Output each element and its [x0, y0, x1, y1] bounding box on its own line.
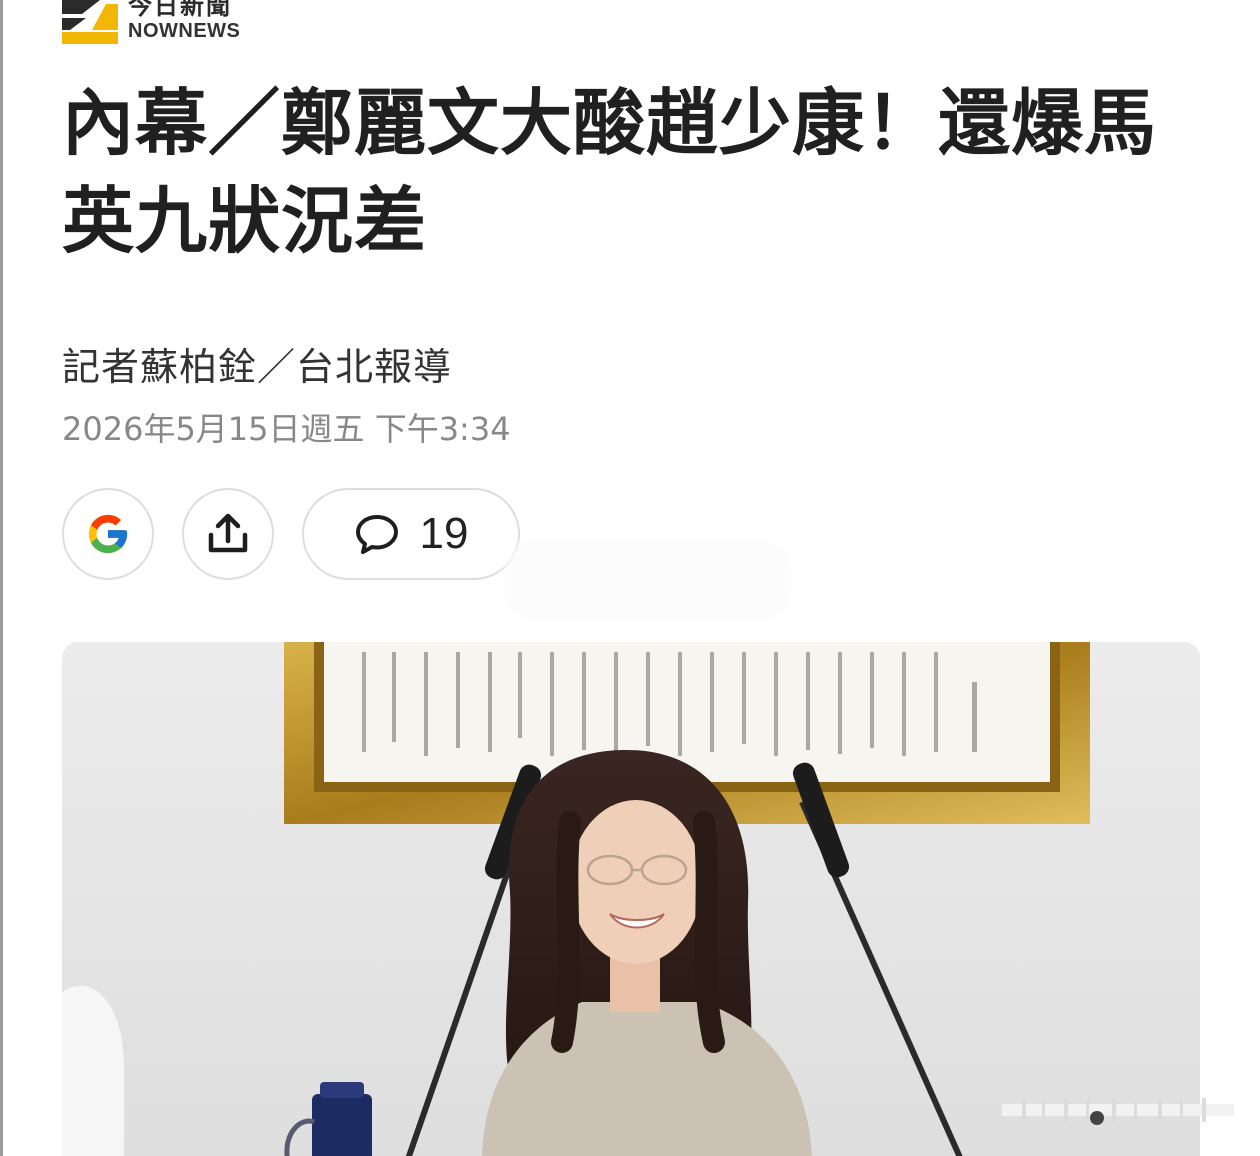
share-button[interactable]	[182, 488, 274, 580]
blurred-watermark	[1002, 1098, 1234, 1125]
google-g-icon	[88, 514, 128, 554]
speech-bubble-icon	[355, 515, 398, 554]
article-byline: 記者蘇柏銓／台北報導	[62, 345, 453, 389]
brand-name-cn: 今日新聞	[128, 0, 232, 20]
article-datetime: 2026年5月15日週五 下午3:34	[62, 410, 511, 448]
nownews-logo-mark-icon	[62, 0, 118, 44]
comment-count: 19	[419, 509, 469, 558]
article-hero-image	[62, 642, 1200, 1156]
article-page: 今日新聞 NOWNEWS 內幕／鄭麗文大酸趙少康！還爆馬英九狀況差 記者蘇柏銓／…	[0, 0, 1260, 1156]
google-button[interactable]	[62, 488, 154, 580]
nownews-logo[interactable]: 今日新聞 NOWNEWS	[62, 0, 262, 48]
share-upload-icon	[208, 513, 248, 553]
page-edge-divider	[0, 0, 3, 1156]
article-headline: 內幕／鄭麗文大酸趙少康！還爆馬英九狀況差	[62, 81, 1158, 263]
blurred-overlay	[505, 540, 790, 620]
comments-button[interactable]: 19	[302, 488, 520, 580]
brand-name-en: NOWNEWS	[128, 20, 241, 42]
